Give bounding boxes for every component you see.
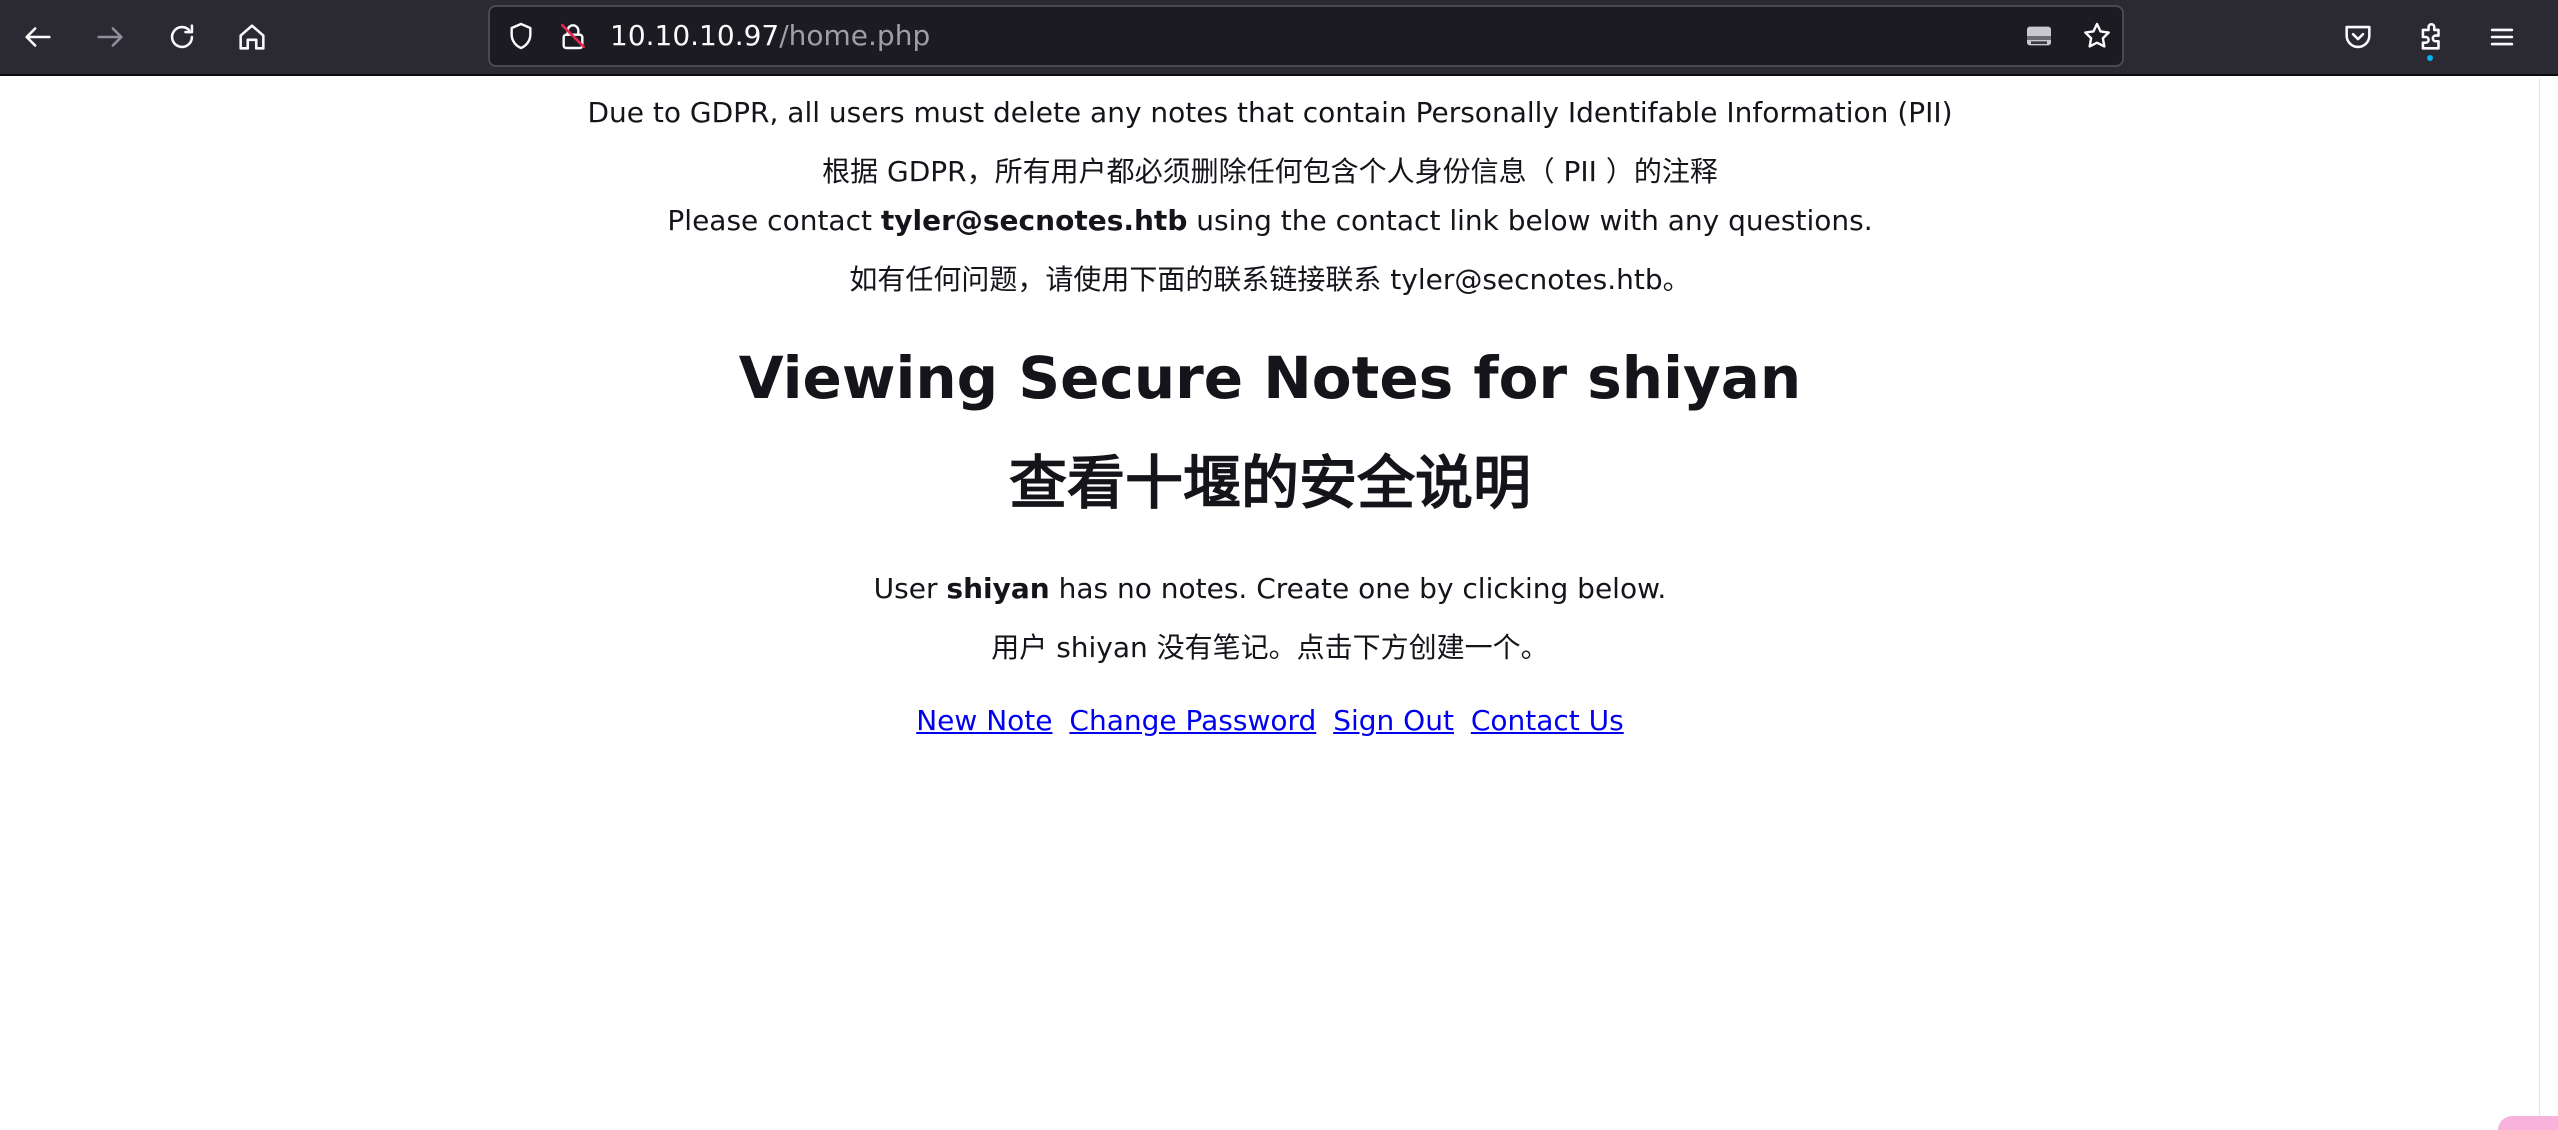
change-password-link[interactable]: Change Password — [1069, 704, 1316, 737]
forward-button[interactable] — [84, 11, 136, 63]
contact-notice-en: Please contact tyler@secnotes.htb using … — [0, 204, 2540, 237]
extensions-button[interactable] — [2404, 11, 2456, 63]
bookmark-button[interactable] — [2078, 17, 2116, 55]
url-bar[interactable]: 10.10.10.97/home.php — [488, 5, 2124, 67]
hamburger-menu-icon — [2490, 28, 2514, 46]
gdpr-notice-en: Due to GDPR, all users must delete any n… — [587, 96, 1953, 129]
reload-icon — [170, 24, 194, 49]
forward-arrow-icon — [97, 27, 123, 47]
contact-email: tyler@secnotes.htb — [880, 204, 1188, 237]
extensions-icon — [2421, 23, 2440, 50]
home-icon — [239, 24, 265, 50]
tracking-protection-button[interactable] — [502, 17, 540, 55]
corner-widget — [2498, 1116, 2558, 1130]
contact-prefix: Please contact — [667, 204, 881, 237]
status-username: shiyan — [946, 572, 1050, 605]
back-arrow-icon — [25, 27, 51, 47]
page-title: Viewing Secure Notes for shiyan — [738, 344, 1802, 412]
contact-us-link[interactable]: Contact Us — [1471, 704, 1624, 737]
url-host: 10.10.10.97 — [610, 19, 780, 52]
pocket-icon — [2345, 25, 2371, 49]
contact-suffix: using the contact link below with any qu… — [1187, 204, 1873, 237]
page-scrollbar[interactable] — [2539, 78, 2558, 1130]
reader-view-icon — [2027, 26, 2051, 46]
sign-out-link[interactable]: Sign Out — [1333, 704, 1454, 737]
site-security-button[interactable] — [554, 17, 592, 55]
notes-status-zh: 用户 shiyan 没有笔记。点击下方创建一个。 — [991, 631, 1549, 664]
contact-notice-zh: 如有任何问题，请使用下面的联系链接联系 tyler@secnotes.htb。 — [849, 263, 1691, 296]
url-text[interactable]: 10.10.10.97/home.php — [610, 7, 930, 65]
star-icon — [2084, 22, 2110, 48]
status-prefix: User — [873, 572, 947, 605]
page-content: Due to GDPR, all users must delete any n… — [0, 78, 2540, 1130]
page-title-zh: 查看十堰的安全说明 — [1008, 449, 1531, 517]
browser-toolbar: 10.10.10.97/home.php — [0, 0, 2558, 76]
gdpr-notice-zh: 根据 GDPR，所有用户都必须删除任何包含个人身份信息（ PII ）的注释 — [822, 155, 1718, 188]
pocket-button[interactable] — [2332, 11, 2384, 63]
url-path: /home.php — [779, 19, 931, 52]
app-menu-button[interactable] — [2476, 11, 2528, 63]
extension-notification-dot — [2427, 55, 2433, 61]
insecure-lock-icon — [561, 24, 585, 50]
back-button[interactable] — [12, 11, 64, 63]
reader-view-button[interactable] — [2020, 17, 2058, 55]
home-button[interactable] — [226, 11, 278, 63]
shield-icon — [510, 22, 532, 50]
reload-button[interactable] — [156, 11, 208, 63]
action-links: New Note Change Password Sign Out Contac… — [0, 704, 2540, 737]
status-suffix: has no notes. Create one by clicking bel… — [1049, 572, 1667, 605]
notes-status-en: User shiyan has no notes. Create one by … — [0, 572, 2540, 605]
new-note-link[interactable]: New Note — [916, 704, 1052, 737]
